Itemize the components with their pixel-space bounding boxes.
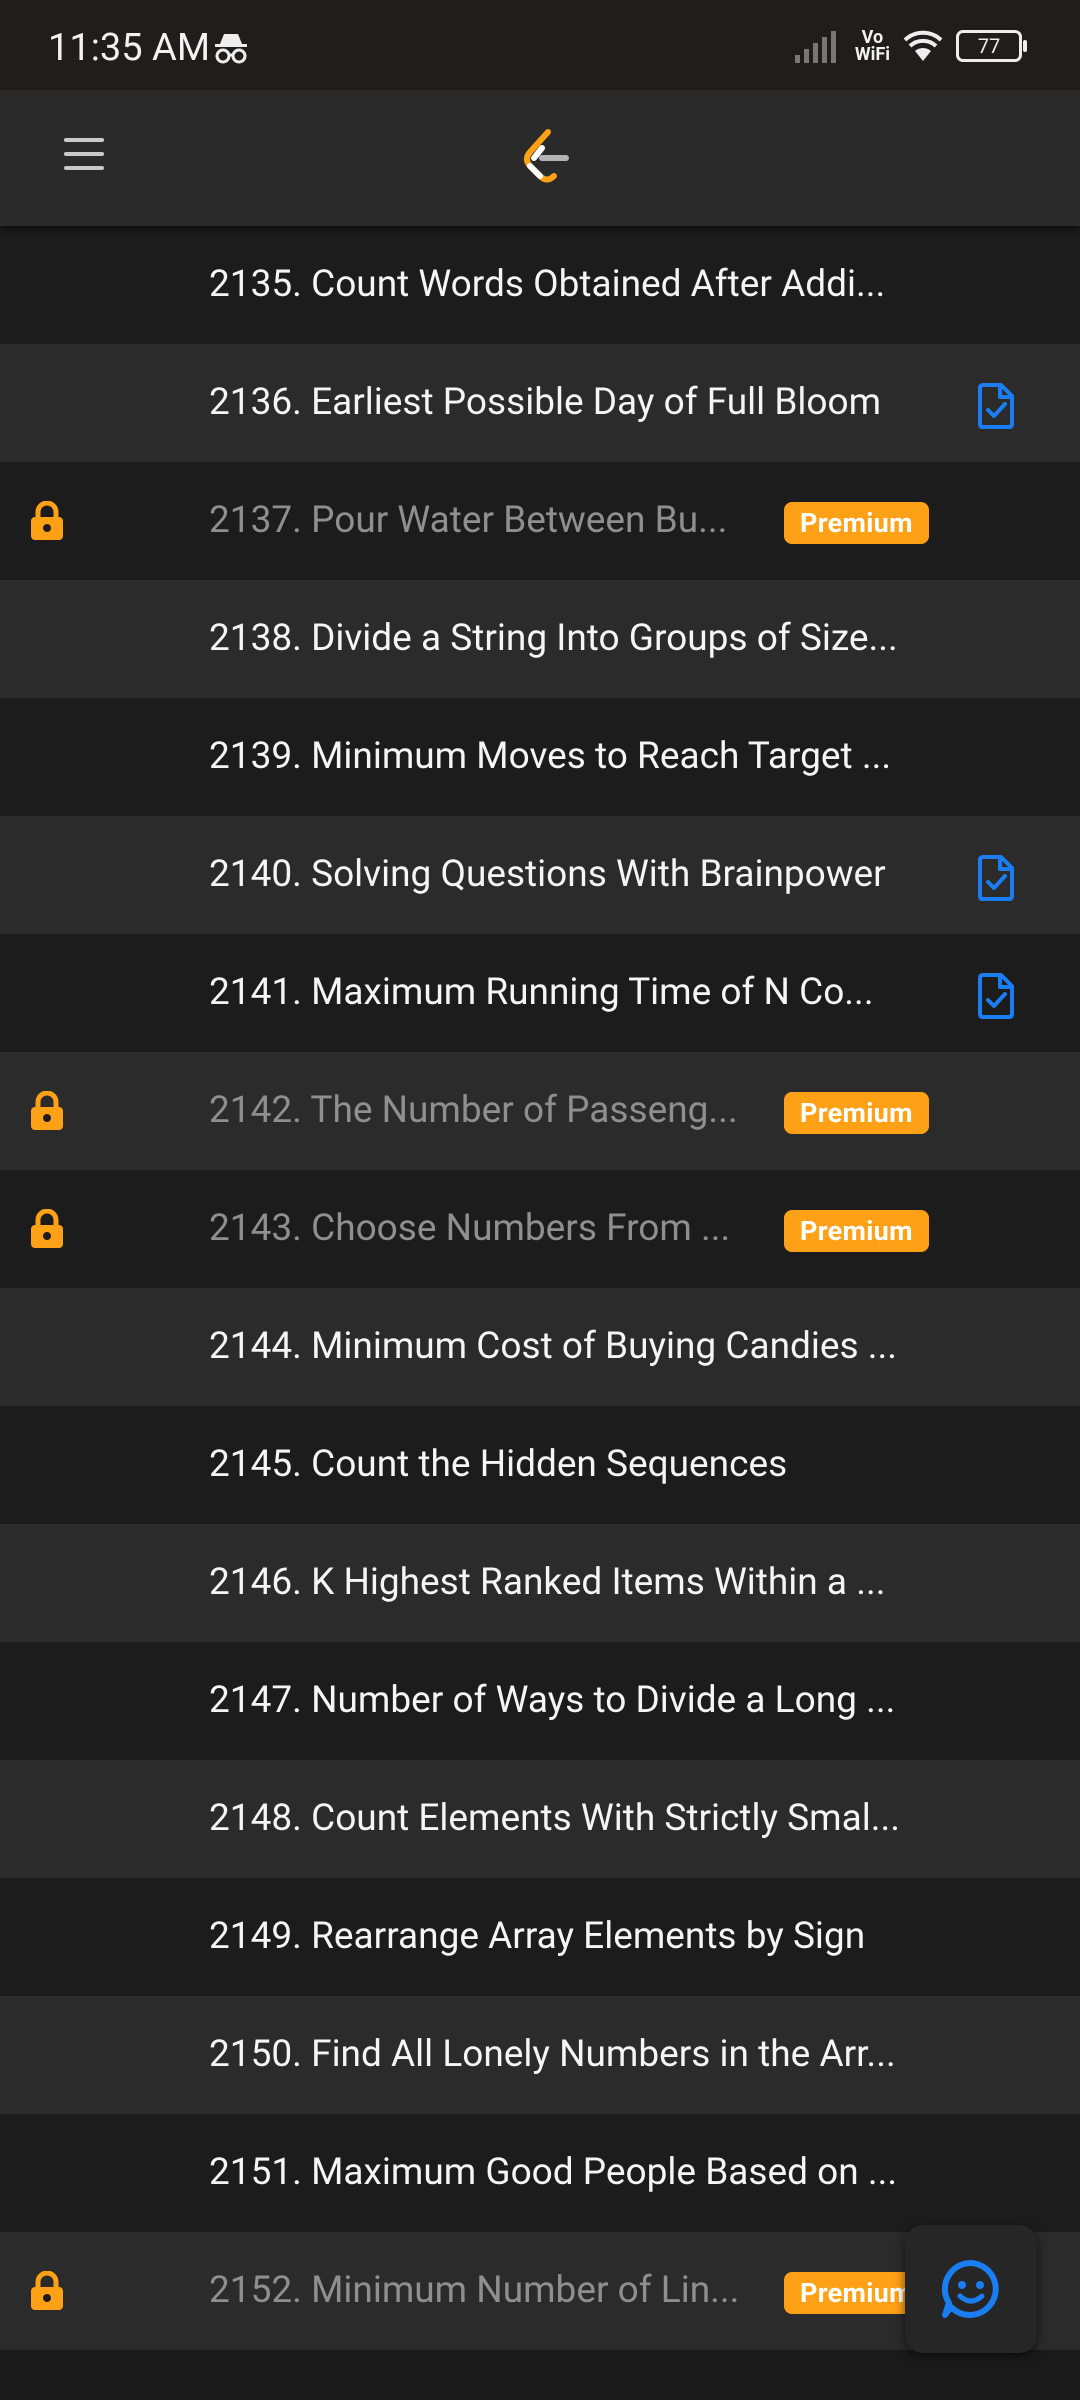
smiley-feedback-icon [941, 2259, 999, 2318]
solved-check-icon [976, 972, 1016, 1024]
battery-icon: 77 [956, 30, 1027, 62]
problem-row[interactable]: 2141. Maximum Running Time of N Co... [0, 934, 1080, 1052]
lock-icon [28, 2270, 66, 2315]
problem-title: 2138. Divide a String Into Groups of Siz… [209, 617, 898, 660]
problem-row[interactable]: 2140. Solving Questions With Brainpower [0, 816, 1080, 934]
problem-row[interactable]: 2147. Number of Ways to Divide a Long ..… [0, 1642, 1080, 1760]
problem-title: 2135. Count Words Obtained After Addi... [209, 263, 886, 306]
vowifi-bottom: WiFi [854, 44, 890, 65]
problem-row[interactable]: 2145. Count the Hidden Sequences [0, 1406, 1080, 1524]
wifi-icon [903, 30, 943, 61]
problem-title: 2144. Minimum Cost of Buying Candies ... [209, 1325, 898, 1368]
lock-icon [28, 1090, 66, 1135]
status-bar: 11:35 AM Vo WiFi 77 [0, 0, 1080, 90]
hamburger-menu-icon[interactable] [64, 138, 104, 178]
problem-row[interactable]: 2146. K Highest Ranked Items Within a ..… [0, 1524, 1080, 1642]
battery-level: 77 [977, 34, 1001, 58]
problem-row[interactable]: 2150. Find All Lonely Numbers in the Arr… [0, 1996, 1080, 2114]
problem-row[interactable]: 2151. Maximum Good People Based on ... [0, 2114, 1080, 2232]
problem-row[interactable]: 2137. Pour Water Between Bu... Premium [0, 462, 1080, 580]
feedback-button[interactable] [905, 2225, 1037, 2353]
lock-icon [28, 1208, 66, 1253]
problem-title: 2150. Find All Lonely Numbers in the Arr… [209, 2033, 896, 2076]
problem-row[interactable]: 2139. Minimum Moves to Reach Target ... [0, 698, 1080, 816]
problem-title: 2151. Maximum Good People Based on ... [209, 2151, 898, 2194]
incognito-icon [214, 32, 248, 68]
problem-title: 2147. Number of Ways to Divide a Long ..… [209, 1679, 896, 1722]
problem-list: 2135. Count Words Obtained After Addi...… [0, 226, 1080, 2350]
problem-row[interactable]: 2138. Divide a String Into Groups of Siz… [0, 580, 1080, 698]
problem-row[interactable]: 2148. Count Elements With Strictly Smal.… [0, 1760, 1080, 1878]
premium-badge: Premium [784, 1210, 929, 1252]
problem-row[interactable]: 2143. Choose Numbers From ... Premium [0, 1170, 1080, 1288]
problem-title: 2146. K Highest Ranked Items Within a ..… [209, 1561, 886, 1604]
problem-title: 2148. Count Elements With Strictly Smal.… [209, 1797, 900, 1840]
problem-title: 2139. Minimum Moves to Reach Target ... [209, 735, 892, 778]
problem-row[interactable]: 2144. Minimum Cost of Buying Candies ... [0, 1288, 1080, 1406]
leetcode-logo[interactable] [520, 128, 570, 192]
problem-row[interactable]: 2142. The Number of Passeng... Premium [0, 1052, 1080, 1170]
problem-title: 2145. Count the Hidden Sequences [209, 1443, 788, 1486]
problem-title: 2142. The Number of Passeng... [209, 1089, 738, 1132]
premium-badge: Premium [784, 1092, 929, 1134]
app-toolbar [0, 90, 1080, 226]
problem-title: 2136. Earliest Possible Day of Full Bloo… [209, 381, 882, 424]
problem-title: 2149. Rearrange Array Elements by Sign [209, 1915, 866, 1958]
solved-check-icon [976, 382, 1016, 434]
solved-check-icon [976, 854, 1016, 906]
signal-icon [794, 31, 836, 63]
status-time: 11:35 AM [48, 26, 211, 70]
premium-badge: Premium [784, 502, 929, 544]
status-icons: Vo WiFi 77 [793, 22, 1027, 70]
problem-row[interactable]: 2149. Rearrange Array Elements by Sign [0, 1878, 1080, 1996]
problem-title: 2141. Maximum Running Time of N Co... [209, 971, 874, 1014]
problem-row[interactable]: 2136. Earliest Possible Day of Full Bloo… [0, 344, 1080, 462]
lock-icon [28, 500, 66, 545]
problem-title: 2143. Choose Numbers From ... [209, 1207, 731, 1250]
vowifi-indicator: Vo WiFi [854, 29, 890, 65]
problem-title: 2140. Solving Questions With Brainpower [209, 853, 886, 896]
problem-row[interactable]: 2135. Count Words Obtained After Addi... [0, 226, 1080, 344]
problem-title: 2152. Minimum Number of Lin... [209, 2269, 740, 2312]
problem-title: 2137. Pour Water Between Bu... [209, 499, 728, 542]
